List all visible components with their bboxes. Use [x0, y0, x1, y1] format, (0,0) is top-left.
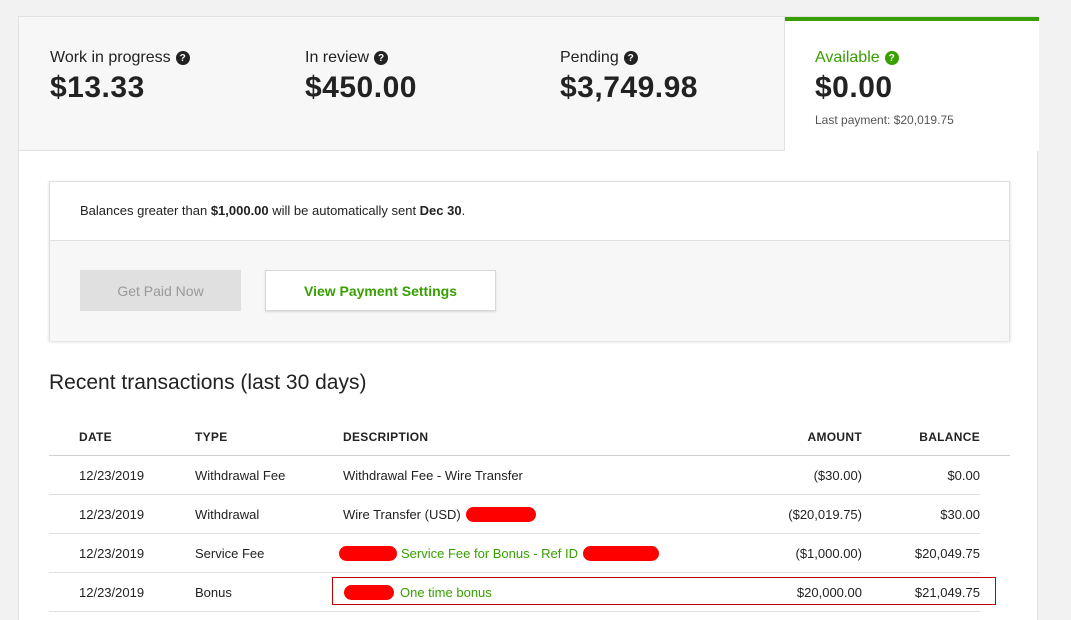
- stat-in-review: In review ? $450.00: [305, 49, 417, 105]
- cell-description: One time bonus: [344, 573, 492, 612]
- redaction-mark: [344, 585, 394, 600]
- table-row: 12/23/2019 Withdrawal Fee Withdrawal Fee…: [49, 456, 980, 495]
- column-header-balance[interactable]: BALANCE: [919, 417, 980, 456]
- cell-description: Wire Transfer (USD): [343, 495, 536, 534]
- cell-balance: $21,049.75: [914, 585, 980, 600]
- stat-pending: Pending ? $3,749.98: [560, 49, 698, 105]
- table-row: 12/23/2019 Bonus One time bonus $20,000.…: [49, 573, 996, 612]
- stat-value: $0.00: [815, 71, 893, 104]
- cell-balance: $0.00: [947, 468, 980, 483]
- stat-label: Available: [815, 49, 880, 66]
- notice-actions: Get Paid Now View Payment Settings: [50, 241, 1009, 341]
- view-payment-settings-button[interactable]: View Payment Settings: [265, 270, 496, 311]
- transactions-table: DATE TYPE DESCRIPTION AMOUNT BALANCE 12/…: [49, 417, 1010, 612]
- column-header-date[interactable]: DATE: [79, 417, 112, 456]
- help-icon[interactable]: ?: [374, 51, 389, 65]
- cell-date: 12/23/2019: [79, 585, 145, 600]
- balance-summary: Work in progress ? $13.33 In review ? $4…: [19, 17, 1039, 151]
- stat-value: $450.00: [305, 71, 417, 104]
- cell-date: 12/23/2019: [79, 468, 145, 483]
- earnings-card: Work in progress ? $13.33 In review ? $4…: [18, 16, 1039, 620]
- redaction-mark: [583, 546, 660, 561]
- stat-label: Pending: [560, 49, 619, 66]
- cell-balance: $20,049.75: [914, 546, 980, 561]
- notice-message: Balances greater than $1,000.00 will be …: [50, 182, 1009, 241]
- payment-date: Dec 30: [419, 203, 462, 218]
- stat-work-in-progress: Work in progress ? $13.33: [50, 49, 190, 105]
- column-header-description[interactable]: DESCRIPTION: [343, 417, 428, 456]
- stat-value: $3,749.98: [560, 71, 698, 104]
- section-title: Recent transactions (last 30 days): [49, 371, 367, 394]
- column-header-type[interactable]: TYPE: [195, 417, 228, 456]
- cell-amount: ($30.00): [813, 468, 862, 483]
- redaction-mark: [465, 507, 536, 522]
- cell-description: Withdrawal Fee - Wire Transfer: [343, 468, 523, 483]
- threshold-amount: $1,000.00: [210, 203, 269, 218]
- table-row: 12/23/2019 Service Fee Service Fee for B…: [49, 534, 980, 573]
- cell-amount: ($20,019.75): [788, 507, 862, 522]
- auto-payment-notice: Balances greater than $1,000.00 will be …: [49, 181, 1010, 341]
- cell-amount: $20,000.00: [796, 585, 862, 600]
- cell-type: Bonus: [195, 585, 232, 600]
- cell-type: Service Fee: [195, 546, 265, 561]
- table-header: DATE TYPE DESCRIPTION AMOUNT BALANCE: [49, 417, 1010, 456]
- description-link[interactable]: One time bonus: [400, 585, 492, 600]
- column-header-amount[interactable]: AMOUNT: [808, 417, 862, 456]
- cell-date: 12/23/2019: [79, 507, 145, 522]
- help-icon[interactable]: ?: [175, 51, 190, 65]
- table-row: 12/23/2019 Withdrawal Wire Transfer (USD…: [49, 495, 980, 534]
- cell-date: 12/23/2019: [79, 546, 145, 561]
- stat-label: In review: [305, 49, 370, 66]
- last-payment-text: Last payment: $20,019.75: [815, 113, 954, 127]
- cell-amount: ($1,000.00): [795, 546, 863, 561]
- stat-available: Available ? $0.00 Last payment: $20,019.…: [815, 49, 954, 127]
- tab-available[interactable]: Available ? $0.00 Last payment: $20,019.…: [785, 17, 1039, 151]
- cell-description: Service Fee for Bonus - Ref ID: [339, 534, 660, 573]
- help-icon[interactable]: ?: [884, 51, 899, 65]
- cell-type: Withdrawal: [195, 507, 260, 522]
- help-icon[interactable]: ?: [623, 51, 638, 65]
- description-link[interactable]: Service Fee for Bonus - Ref ID: [401, 546, 578, 561]
- get-paid-now-button[interactable]: Get Paid Now: [80, 270, 241, 311]
- stat-label: Work in progress: [50, 49, 171, 66]
- cell-type: Withdrawal Fee: [195, 468, 286, 483]
- redaction-mark: [339, 546, 397, 561]
- cell-balance: $30.00: [940, 507, 980, 522]
- stat-value: $13.33: [50, 71, 145, 104]
- description-text: Wire Transfer (USD): [343, 507, 461, 522]
- table-body: 12/23/2019 Withdrawal Fee Withdrawal Fee…: [49, 456, 1010, 612]
